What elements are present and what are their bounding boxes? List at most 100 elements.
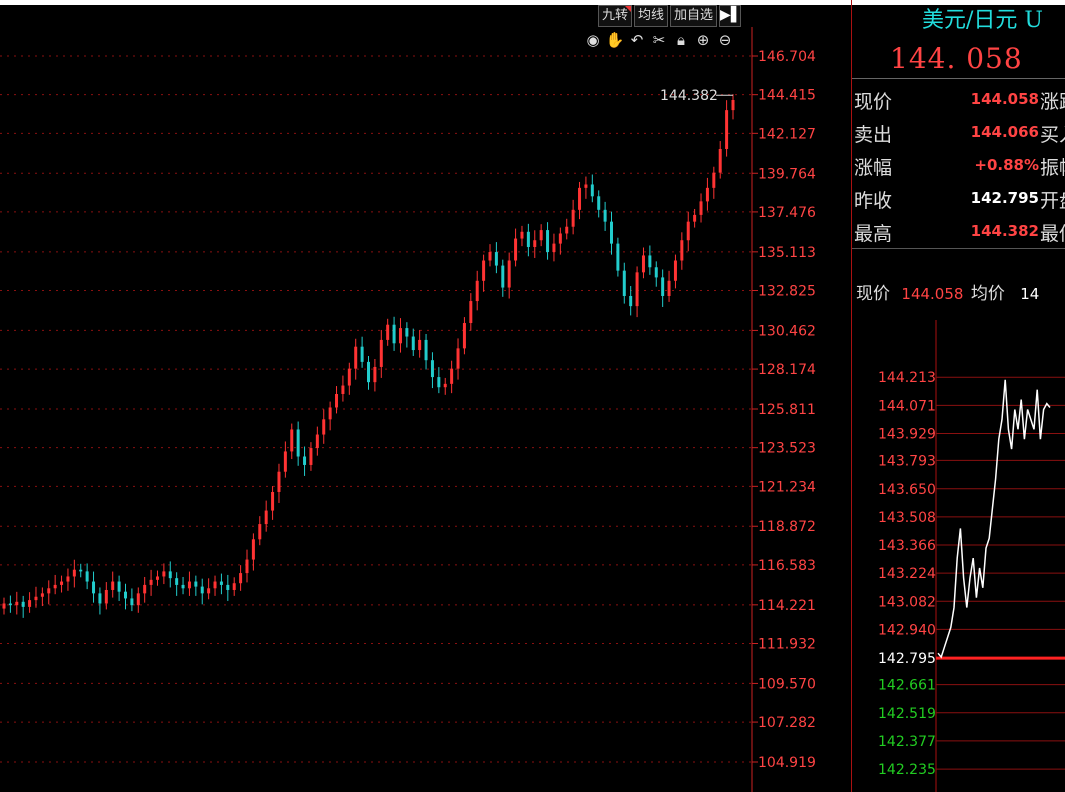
y-tick-label: 109.570 — [758, 676, 816, 692]
candle-body — [405, 328, 409, 337]
candle-body — [693, 214, 697, 222]
quote-label: 最高 — [854, 223, 893, 245]
candle-body — [558, 233, 562, 244]
candle-body — [533, 240, 537, 247]
candle-body — [341, 385, 345, 394]
candle-body — [622, 270, 626, 296]
quote-value: 144.058 — [970, 90, 1039, 108]
candle-body — [501, 265, 505, 288]
candle-body — [85, 571, 89, 582]
y-tick-label: 135.113 — [758, 245, 816, 261]
y-tick-label: 132.825 — [758, 283, 816, 299]
candle-body — [411, 336, 415, 351]
intraday-tick-label: 142.519 — [878, 706, 936, 722]
y-tick-label: 125.811 — [758, 402, 816, 418]
quote-row: 现价 144.058涨跌 — [852, 87, 1065, 117]
intraday-tick-label: 142.377 — [878, 734, 936, 750]
collapse-panel-icon[interactable]: ▶▌ — [719, 5, 742, 27]
quote-label: 昨收 — [854, 190, 893, 212]
candle-body — [194, 581, 198, 587]
candle-body — [398, 328, 402, 344]
candle-body — [277, 471, 281, 492]
candle-body — [603, 209, 607, 222]
y-tick-label: 144.415 — [758, 88, 816, 104]
candle-body — [552, 243, 556, 253]
candle-body — [271, 491, 275, 511]
candle-body — [590, 184, 594, 197]
intraday-header: 现价 144.058 均价 14 — [856, 279, 1039, 304]
y-tick-label: 139.764 — [758, 166, 816, 182]
candle-body — [456, 348, 460, 369]
quote-label: 现价 — [854, 91, 893, 113]
candle-body — [386, 324, 390, 340]
high-annotation: 144.382 — [660, 88, 718, 104]
y-tick-label: 128.174 — [758, 362, 816, 378]
quote-label: 振幅 — [1040, 157, 1065, 179]
candle-body — [610, 221, 613, 244]
candle-body — [28, 600, 32, 607]
intraday-price-value: 144.058 — [901, 285, 964, 303]
candle-body — [424, 339, 428, 361]
candle-body — [673, 260, 677, 281]
quote-label: 卖出 — [854, 124, 893, 146]
candle-body — [322, 419, 326, 435]
candle-body — [219, 581, 223, 585]
y-tick-label: 111.932 — [758, 637, 816, 653]
quote-value: 144.382 — [970, 222, 1039, 240]
candle-body — [258, 524, 262, 540]
y-tick-label: 116.583 — [758, 558, 816, 574]
candle-body — [283, 451, 287, 472]
avg-price-value: 14 — [1020, 285, 1040, 303]
divider — [852, 78, 1065, 79]
candle-body — [162, 571, 166, 577]
candle-body — [200, 586, 204, 594]
candle-body — [482, 260, 486, 281]
y-tick-label: 137.476 — [758, 205, 816, 221]
intraday-price-label: 现价 — [856, 284, 890, 304]
intraday-tick-label: 143.650 — [878, 482, 936, 498]
candle-body — [507, 260, 511, 288]
candle-body — [168, 571, 172, 579]
candle-body — [8, 603, 12, 606]
candle-body — [213, 581, 217, 589]
candle-body — [571, 209, 575, 227]
intraday-chart[interactable]: 144.213 144.071 143.929 143.793 143.650 143.5… — [852, 320, 1065, 792]
candle-body — [66, 576, 70, 582]
current-price: 144. 058 — [890, 42, 1023, 75]
intraday-tick-label: 142.661 — [878, 678, 936, 694]
intraday-tick-label: 143.082 — [878, 594, 936, 610]
candle-body — [725, 110, 729, 149]
intraday-tick-label: 143.929 — [878, 426, 936, 442]
candle-body — [187, 581, 191, 589]
candle-body — [629, 295, 633, 307]
candle-body — [635, 272, 639, 307]
candle-body — [648, 255, 652, 268]
candle-body — [251, 539, 255, 560]
candle-body — [526, 231, 530, 247]
candle-body — [514, 238, 518, 261]
quote-row: 涨幅 +0.88%振幅 — [852, 153, 1065, 183]
candle-body — [616, 243, 620, 271]
candle-body — [475, 280, 479, 302]
candle-body — [34, 596, 38, 601]
candle-body — [111, 581, 115, 590]
quote-panel: 美元/日元 U 144. 058 现价144.058涨跌卖出144.066买入涨… — [852, 0, 1065, 792]
candle-body — [328, 407, 332, 420]
candle-body — [92, 581, 96, 594]
candle-body — [239, 573, 243, 584]
candle-body — [296, 429, 300, 457]
candle-body — [686, 221, 690, 241]
candle-body — [315, 434, 319, 449]
tab-add-watchlist[interactable]: 加自选 — [670, 5, 718, 27]
candle-body — [60, 581, 64, 585]
candle-body — [47, 588, 51, 594]
candle-body — [488, 252, 492, 261]
candlestick-chart[interactable]: 146.704 144.415 142.127 139.764 137.476 135.1… — [0, 27, 851, 792]
tab-jiuzhuan[interactable]: 九转 — [598, 5, 633, 27]
candle-body — [40, 593, 44, 597]
candle-body — [130, 598, 134, 606]
tab-moving-average[interactable]: 均线 — [634, 5, 669, 27]
candle-body — [705, 187, 709, 202]
candle-body — [718, 148, 722, 173]
y-tick-label: 104.919 — [758, 755, 816, 771]
